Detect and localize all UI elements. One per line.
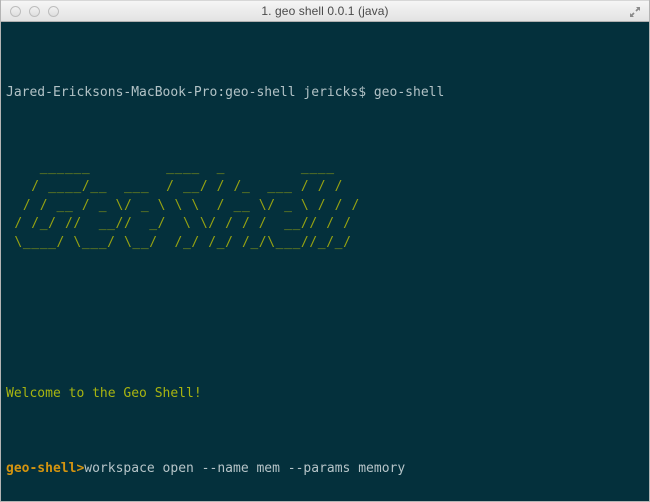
window-controls [1, 5, 59, 17]
minimize-button[interactable] [29, 5, 40, 17]
ascii-art-line-2: / ____/__ ___ / __/ / /_ ___ / / / [6, 178, 344, 194]
geo-shell-ascii-banner: ______ ____ _ ____ / ____/__ ___ / __/ /… [6, 159, 645, 252]
window-title: 1. geo shell 0.0.1 (java) [261, 4, 389, 18]
ascii-art-line-1: ______ ____ _ ____ [6, 160, 335, 176]
output-line: Welcome to the Geo Shell! [6, 385, 645, 404]
shell-host-line: Jared-Ericksons-MacBook-Pro:geo-shell je… [6, 84, 445, 100]
output-text: Welcome to the Geo Shell! [6, 385, 202, 401]
terminal-output-area[interactable]: Jared-Ericksons-MacBook-Pro:geo-shell je… [1, 22, 649, 501]
ascii-art-line-5: \____/ \___/ \__/ /_/ /_/ /_/\___//_/_/ [6, 234, 352, 250]
ascii-art-line-3: / / __ / _ \/ _ \ \ \ / __ \/ _ \ / / / [6, 197, 360, 213]
command-line: geo-shell>workspace open --name mem --pa… [6, 460, 645, 479]
zoom-button[interactable] [48, 5, 59, 17]
terminal-window: 1. geo shell 0.0.1 (java) Jared-Erickson… [0, 0, 650, 502]
close-button[interactable] [10, 5, 21, 17]
shell-prompt: geo-shell> [6, 461, 85, 477]
ascii-art-line-4: / /_/ // __// _/ \ \/ / / / __// / / [6, 216, 352, 232]
command-text: workspace open --name mem --params memor… [84, 461, 406, 477]
fullscreen-icon[interactable] [627, 4, 643, 20]
window-titlebar[interactable]: 1. geo shell 0.0.1 (java) [1, 0, 649, 22]
